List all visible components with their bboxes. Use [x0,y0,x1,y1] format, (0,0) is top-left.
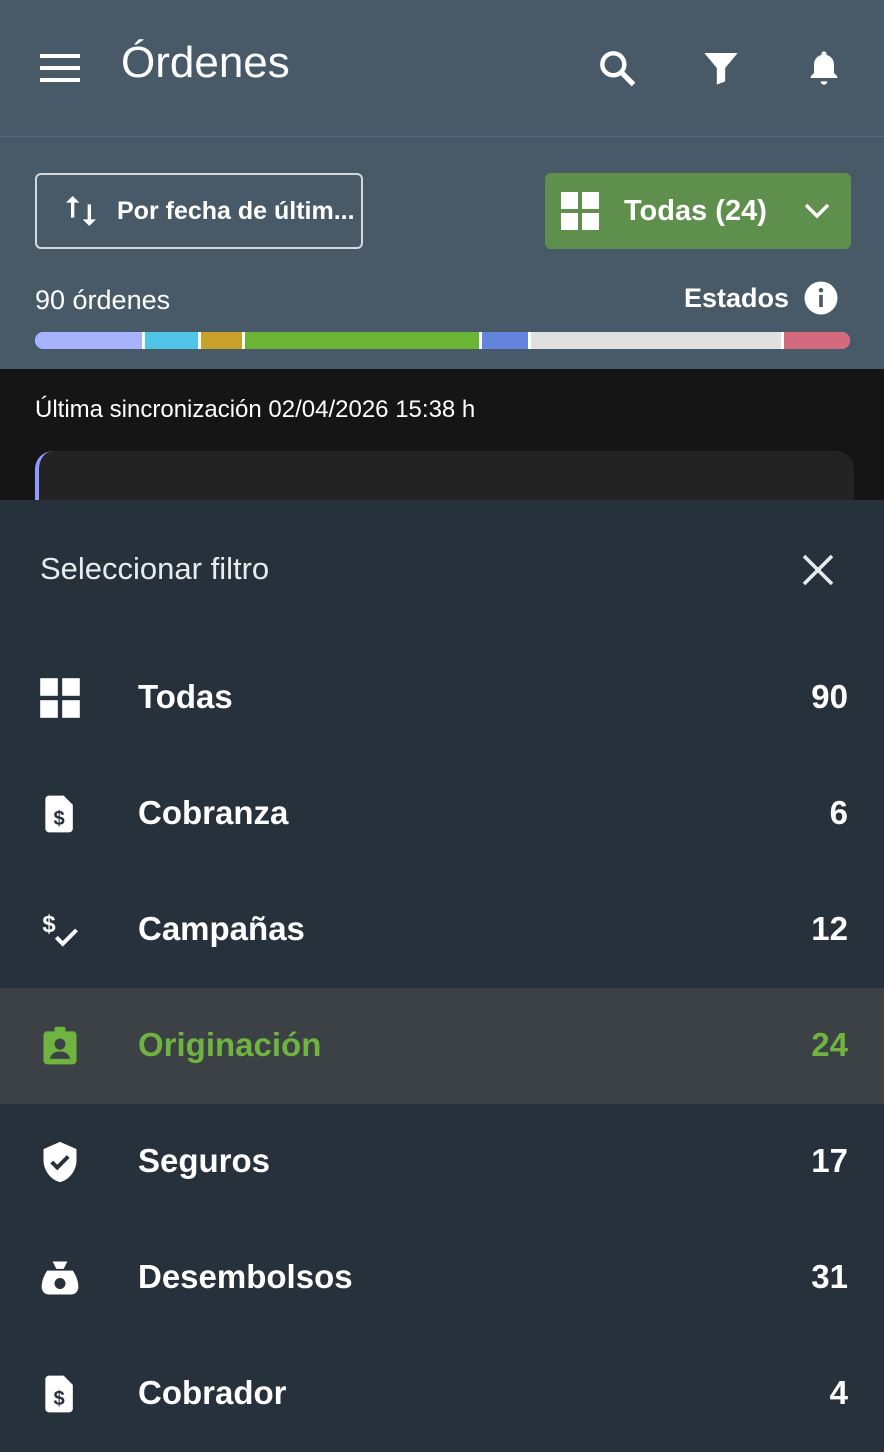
estados-legend[interactable]: Estados [684,280,839,316]
filter-option-seguros[interactable]: Seguros 17 [0,1104,884,1220]
order-count: 90 órdenes [35,285,171,315]
close-icon[interactable] [798,550,838,590]
filter-option-campanas[interactable]: $ Campañas 12 [0,872,884,988]
status-segment [144,332,199,349]
info-icon[interactable] [803,280,839,316]
sheet-title: Seleccionar filtro [40,551,270,586]
money-bag-icon [38,1256,82,1300]
filter-option-count: 31 [811,1258,848,1295]
status-segment [35,332,142,349]
menu-icon[interactable] [40,50,80,86]
filter-icon[interactable] [697,44,745,92]
chevron-down-icon [803,199,831,223]
filter-option-label: Originación [138,1026,322,1063]
filter-option-cobrador[interactable]: $ Cobrador 4 [0,1336,884,1452]
app-bar: Órdenes [0,0,884,137]
badge-person-icon [38,1024,82,1068]
sort-button[interactable]: Por fecha de últim... [35,173,363,249]
filter-option-label: Campañas [138,910,305,947]
filter-option-count: 24 [811,1026,848,1063]
svg-text:$: $ [53,808,64,830]
status-segment [784,332,850,349]
invoice-dollar-icon: $ [38,1372,82,1416]
status-segment [530,332,782,349]
dollar-check-icon: $ [38,908,82,952]
status-segment [201,332,243,349]
sort-label: Por fecha de últim... [117,196,355,225]
shield-check-icon [38,1140,82,1184]
svg-text:$: $ [42,911,55,938]
status-distribution-bar [35,332,850,349]
filter-option-count: 12 [811,910,848,947]
filter-option-label: Todas [138,678,233,715]
page-title: Órdenes [121,38,290,87]
filter-label: Todas (24) [624,194,767,227]
grid-icon [561,192,599,230]
filter-option-desembolsos[interactable]: Desembolsos 31 [0,1220,884,1336]
bell-icon[interactable] [800,44,848,92]
status-segment [245,332,480,349]
search-icon[interactable] [593,44,641,92]
filter-option-count: 90 [811,678,848,715]
sync-status: Última sincronización 02/04/2026 15:38 h [35,396,476,423]
filter-option-label: Cobranza [138,794,289,831]
filter-dropdown-button[interactable]: Todas (24) [545,173,851,249]
filter-option-count: 17 [811,1142,848,1179]
svg-text:$: $ [53,1388,64,1410]
filter-option-todas[interactable]: Todas 90 [0,640,884,756]
filter-bottom-sheet: Seleccionar filtro Todas 90 $ Cobranza 6 $ Cam… [0,500,884,1452]
toolbar: Por fecha de últim... Todas (24) 90 órde… [0,137,884,369]
sort-arrows-icon [61,191,101,231]
invoice-dollar-icon: $ [38,792,82,836]
filter-option-label: Seguros [138,1142,271,1179]
filter-option-count: 6 [829,794,848,831]
filter-option-label: Cobrador [138,1374,287,1411]
status-segment [482,332,528,349]
filter-option-originacion[interactable]: Originación 24 [0,988,884,1104]
filter-option-cobranza[interactable]: $ Cobranza 6 [0,756,884,872]
filter-option-count: 4 [829,1374,848,1411]
estados-label: Estados [683,282,789,313]
filter-option-label: Desembolsos [138,1258,353,1295]
grid-icon [38,676,82,720]
